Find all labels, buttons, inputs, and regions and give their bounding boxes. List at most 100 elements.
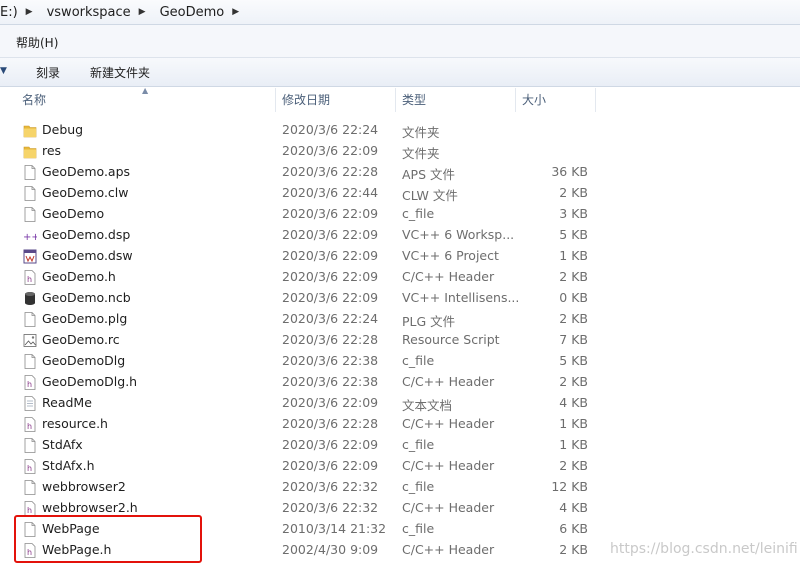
column-header-size[interactable]: 大小 [522, 88, 546, 112]
breadcrumb-separator-icon[interactable]: ▶ [232, 7, 239, 17]
highlight-box [14, 515, 202, 563]
file-row[interactable]: h resource.h 2020/3/6 22:28 C/C++ Header 1 K… [0, 414, 800, 435]
menu-help[interactable]: 帮助(H) [16, 34, 58, 51]
file-row[interactable]: GeoDemo 2020/3/6 22:09 c_file 3 KB [0, 204, 800, 225]
vc-workspace-icon [23, 249, 37, 264]
file-type: PLG 文件 [402, 314, 456, 329]
breadcrumb-separator-icon[interactable]: ▶ [139, 7, 146, 17]
file-type: 文本文档 [402, 398, 453, 413]
organize-dropdown-icon[interactable]: ▼ [0, 66, 7, 76]
header-file-icon: h [23, 501, 37, 516]
database-icon [23, 291, 37, 306]
file-row[interactable]: ++ GeoDemo.dsp 2020/3/6 22:09 VC++ 6 Worksp… [0, 225, 800, 246]
file-name: Debug [42, 122, 84, 137]
file-size: 36 KB [551, 164, 588, 179]
file-name: GeoDemo.aps [42, 164, 131, 179]
file-name: ReadMe [42, 395, 92, 410]
file-type: 文件夹 [402, 125, 440, 140]
file-icon [23, 165, 37, 180]
file-type: VC++ 6 Project [402, 248, 499, 263]
resource-script-icon [23, 333, 37, 348]
header-file-icon: h [23, 459, 37, 474]
column-header-date[interactable]: 修改日期 [282, 88, 330, 112]
file-date: 2020/3/6 22:09 [282, 395, 379, 410]
file-size: 1 KB [559, 248, 588, 263]
file-date: 2020/3/6 22:28 [282, 416, 379, 431]
file-type: APS 文件 [402, 167, 455, 182]
file-row[interactable]: GeoDemo.aps 2020/3/6 22:28 APS 文件 36 KB [0, 162, 800, 183]
file-row[interactable]: h GeoDemo.h 2020/3/6 22:09 C/C++ Header 2 KB [0, 267, 800, 288]
file-type: CLW 文件 [402, 188, 458, 203]
file-date: 2020/3/6 22:09 [282, 248, 379, 263]
file-row[interactable]: GeoDemo.plg 2020/3/6 22:24 PLG 文件 2 KB [0, 309, 800, 330]
file-size: 2 KB [559, 542, 588, 557]
file-date: 2020/3/6 22:24 [282, 311, 379, 326]
file-row[interactable]: ReadMe 2020/3/6 22:09 文本文档 4 KB [0, 393, 800, 414]
file-name: GeoDemo [42, 206, 105, 221]
file-type: C/C++ Header [402, 416, 495, 431]
svg-text:++: ++ [23, 232, 37, 243]
file-size: 2 KB [559, 374, 588, 389]
file-date: 2020/3/6 22:38 [282, 374, 379, 389]
file-row[interactable]: Debug 2020/3/6 22:24 文件夹 [0, 120, 800, 141]
file-name: GeoDemo.ncb [42, 290, 131, 305]
file-size: 2 KB [559, 269, 588, 284]
file-name: GeoDemo.clw [42, 185, 129, 200]
file-row[interactable]: GeoDemo.clw 2020/3/6 22:44 CLW 文件 2 KB [0, 183, 800, 204]
file-name: StdAfx [42, 437, 83, 452]
file-row[interactable]: webbrowser2 2020/3/6 22:32 c_file 12 KB [0, 477, 800, 498]
header-file-icon: h [23, 375, 37, 390]
file-date: 2020/3/6 22:28 [282, 332, 379, 347]
file-date: 2010/3/14 21:32 [282, 521, 387, 536]
file-row[interactable]: h GeoDemoDlg.h 2020/3/6 22:38 C/C++ Header 2… [0, 372, 800, 393]
watermark: https://blog.csdn.net/leinifi [610, 541, 798, 557]
column-divider[interactable] [395, 88, 396, 112]
file-date: 2020/3/6 22:32 [282, 479, 379, 494]
file-name: GeoDemoDlg.h [42, 374, 138, 389]
column-divider[interactable] [595, 88, 596, 112]
file-type: C/C++ Header [402, 458, 495, 473]
file-size: 5 KB [559, 353, 588, 368]
column-divider[interactable] [515, 88, 516, 112]
burn-button[interactable]: 刻录 [36, 64, 60, 81]
file-name: StdAfx.h [42, 458, 95, 473]
address-bar[interactable]: E:) ▶ vsworkspace ▶ GeoDemo ▶ [0, 0, 800, 25]
file-size: 2 KB [559, 311, 588, 326]
file-size: 2 KB [559, 458, 588, 473]
file-row[interactable]: GeoDemoDlg 2020/3/6 22:38 c_file 5 KB [0, 351, 800, 372]
file-icon [23, 186, 37, 201]
breadcrumb-vsworkspace[interactable]: vsworkspace [47, 5, 131, 20]
file-size: 7 KB [559, 332, 588, 347]
file-row[interactable]: h StdAfx.h 2020/3/6 22:09 C/C++ Header 2 KB [0, 456, 800, 477]
breadcrumb-geodemo[interactable]: GeoDemo [160, 5, 225, 20]
column-divider[interactable] [275, 88, 276, 112]
svg-text:h: h [27, 422, 32, 431]
column-headers: ▲ 名称 修改日期 类型 大小 [0, 86, 800, 112]
file-row[interactable]: GeoDemo.dsw 2020/3/6 22:09 VC++ 6 Project 1… [0, 246, 800, 267]
file-type: VC++ 6 Worksp... [402, 227, 515, 242]
file-size: 4 KB [559, 500, 588, 515]
drive-crumb[interactable]: E:) [0, 5, 18, 20]
file-icon [23, 312, 37, 327]
file-date: 2020/3/6 22:28 [282, 164, 379, 179]
text-file-icon [23, 396, 37, 411]
file-type: c_file [402, 437, 435, 452]
column-header-type[interactable]: 类型 [402, 88, 426, 112]
file-size: 4 KB [559, 395, 588, 410]
column-header-name[interactable]: 名称 [22, 88, 46, 112]
file-name: resource.h [42, 416, 108, 431]
file-date: 2020/3/6 22:09 [282, 206, 379, 221]
file-row[interactable]: GeoDemo.rc 2020/3/6 22:28 Resource Script 7… [0, 330, 800, 351]
file-size: 2 KB [559, 185, 588, 200]
file-row[interactable]: GeoDemo.ncb 2020/3/6 22:09 VC++ Intellisen… [0, 288, 800, 309]
file-type: VC++ Intellisens... [402, 290, 520, 305]
command-bar: ▼ 刻录 新建文件夹 [0, 58, 800, 87]
file-size: 1 KB [559, 416, 588, 431]
file-name: webbrowser2 [42, 479, 126, 494]
sort-ascending-icon: ▲ [142, 86, 149, 95]
breadcrumb-separator-icon[interactable]: ▶ [26, 7, 33, 17]
file-row[interactable]: res 2020/3/6 22:09 文件夹 [0, 141, 800, 162]
new-folder-button[interactable]: 新建文件夹 [90, 64, 150, 81]
file-row[interactable]: StdAfx 2020/3/6 22:09 c_file 1 KB [0, 435, 800, 456]
file-name: GeoDemoDlg [42, 353, 126, 368]
